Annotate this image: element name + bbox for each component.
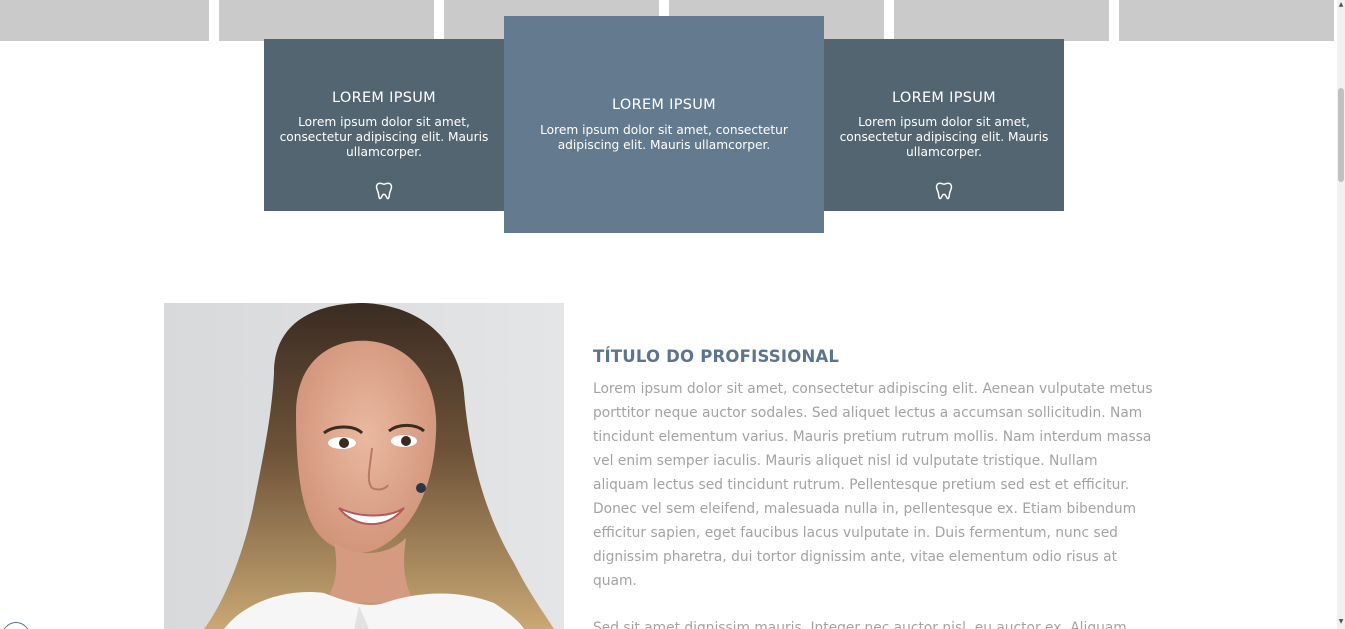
tooth-icon: [375, 182, 393, 200]
professional-description-continued: Sed sit amet dignissim mauris. Integer n…: [593, 620, 1127, 629]
professional-title: TÍTULO DO PROFISSIONAL: [593, 347, 840, 366]
page: LOREM IPSUM Lorem ipsum dolor sit amet, …: [0, 0, 1345, 629]
tooth-icon: [935, 182, 953, 200]
gallery-tile[interactable]: [894, 0, 1109, 41]
gallery-tile[interactable]: [0, 0, 209, 41]
card-title: LOREM IPSUM: [612, 97, 716, 113]
card-text: Lorem ipsum dolor sit amet, consectetur …: [839, 115, 1049, 159]
scroll-up-icon[interactable]: ▲: [1338, 2, 1344, 8]
service-card-left[interactable]: LOREM IPSUM Lorem ipsum dolor sit amet, …: [264, 39, 504, 211]
gallery-tile[interactable]: [1119, 0, 1334, 41]
scrollbar-thumb[interactable]: [1338, 88, 1344, 182]
card-text: Lorem ipsum dolor sit amet, consectetur …: [279, 115, 489, 159]
portrait-illustration: [164, 303, 564, 629]
floating-chat-button[interactable]: [2, 622, 30, 629]
professional-description: Lorem ipsum dolor sit amet, consectetur …: [593, 381, 1153, 589]
service-card-right[interactable]: LOREM IPSUM Lorem ipsum dolor sit amet, …: [824, 39, 1064, 211]
scroll-down-icon[interactable]: ▼: [1338, 619, 1344, 625]
card-title: LOREM IPSUM: [892, 90, 996, 106]
card-title: LOREM IPSUM: [332, 90, 436, 106]
professional-photo: [164, 303, 564, 629]
scrollbar[interactable]: ▲ ▼: [1337, 0, 1345, 629]
card-text: Lorem ipsum dolor sit amet, consectetur …: [540, 123, 788, 152]
gallery-tile[interactable]: [219, 0, 434, 41]
service-card-center[interactable]: LOREM IPSUM Lorem ipsum dolor sit amet, …: [504, 16, 824, 233]
